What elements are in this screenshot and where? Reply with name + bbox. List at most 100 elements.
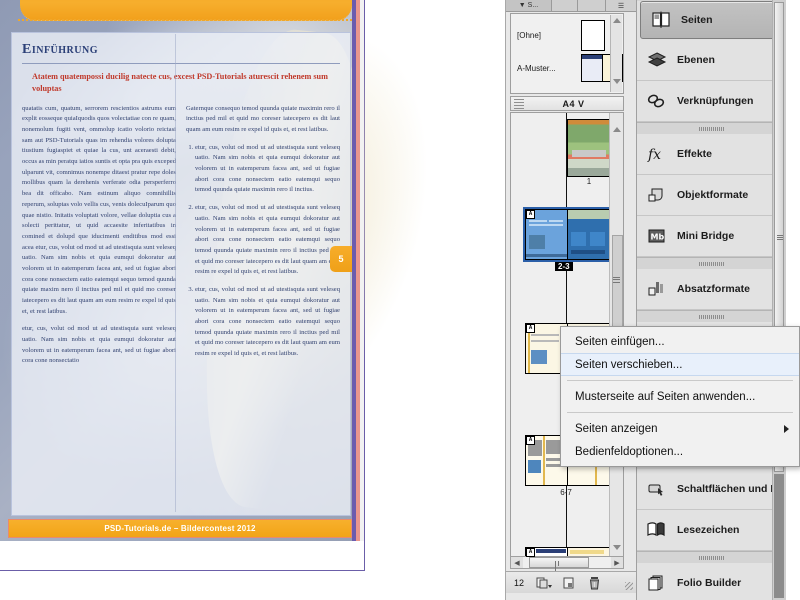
dock-group-6: Schaltflächen und F... Lesezeichen — [637, 469, 786, 552]
document-text-frame[interactable]: Einführung Atatem quatempossi ducilig na… — [11, 32, 351, 516]
sidebar-item-label: Objektformate — [677, 189, 749, 201]
menu-item-seiten-anzeigen[interactable]: Seiten anzeigen — [561, 417, 799, 440]
sidebar-item-mini-bridge[interactable]: Mb Mini Bridge — [637, 216, 786, 257]
effects-fx-icon: fx — [646, 143, 668, 165]
pages-icon — [650, 9, 672, 31]
paragraph-styles-icon — [646, 278, 668, 300]
document-left-column: quatatis cum, quatum, serrorem rescienti… — [22, 104, 176, 374]
pages-panel-tabbar[interactable]: ▼ S... ☰ — [506, 0, 637, 12]
tab-tertiary[interactable] — [578, 0, 606, 11]
page-count-label: 12 — [514, 577, 525, 588]
links-icon — [646, 90, 668, 112]
master-thumbnail-none[interactable] — [581, 20, 605, 51]
resize-grip-icon[interactable] — [625, 582, 633, 590]
sidebar-item-ebenen[interactable]: Ebenen — [637, 40, 786, 81]
folio-builder-icon — [646, 572, 668, 594]
pages-horizontal-scrollbar[interactable]: ◀ ▶ — [510, 556, 624, 571]
sidebar-item-lesezeichen[interactable]: Lesezeichen — [637, 510, 786, 551]
sidebar-item-effekte[interactable]: fx Effekte — [637, 134, 786, 175]
dock-divider[interactable] — [637, 552, 786, 563]
master-pages-list[interactable]: [Ohne] A-Muster... — [510, 13, 624, 94]
page-bottom-margin — [0, 541, 364, 570]
master-row-none[interactable]: [Ohne] — [517, 20, 605, 51]
scroll-down-arrow-icon[interactable] — [612, 79, 621, 84]
panel-menu-button[interactable]: ☰ — [606, 0, 637, 11]
hscroll-thumb[interactable] — [529, 557, 589, 571]
svg-text:Mb: Mb — [651, 233, 665, 242]
sidebar-item-label: Effekte — [677, 148, 713, 160]
scrollbar-grip-icon — [613, 275, 620, 284]
sidebar-item-label: Schaltflächen und F... — [677, 483, 785, 495]
master-label-a: A-Muster... — [517, 63, 556, 73]
master-list-scrollbar[interactable] — [610, 15, 622, 92]
document-canvas[interactable]: Einführung Atatem quatempossi ducilig na… — [0, 0, 505, 600]
sidebar-item-folio-builder[interactable]: Folio Builder — [637, 563, 786, 600]
master-row-a[interactable]: A-Muster... — [517, 54, 623, 82]
body-paragraph: quatatis cum, quatum, serrorem rescienti… — [22, 104, 176, 315]
new-page-icon[interactable] — [536, 576, 553, 589]
document-header-band — [20, 0, 352, 21]
page-thumbnail-1[interactable]: 1 — [567, 119, 611, 186]
context-menu[interactable]: Seiten einfügen... Seiten verschieben...… — [560, 326, 800, 467]
sidebar-item-verknuepfungen[interactable]: Verknüpfungen — [637, 81, 786, 122]
tab-pages[interactable]: ▼ S... — [506, 0, 552, 11]
menu-item-bedienfeldoptionen[interactable]: Bedienfeldoptionen... — [561, 440, 799, 463]
pages-panel[interactable]: ▼ S... ☰ [Ohne] A-Muster... A4 V 1 A 2-3… — [505, 0, 637, 600]
menu-item-label: Musterseite auf Seiten anwenden... — [575, 390, 756, 403]
menu-item-label: Seiten einfügen... — [575, 335, 665, 348]
document-subtitle: Atatem quatempossi ducilig natecte cus, … — [32, 72, 328, 93]
dock-group-2: fx Effekte Objektformate Mb Mini Bridge — [637, 134, 786, 258]
page-size-bar[interactable]: A4 V — [510, 96, 624, 111]
sidebar-item-seiten[interactable]: Seiten — [640, 1, 783, 39]
dock-group-7: Folio Builder — [637, 563, 786, 600]
drag-grip-icon[interactable] — [514, 97, 524, 111]
sidebar-item-objektformate[interactable]: Objektformate — [637, 175, 786, 216]
menu-item-label: Bedienfeldoptionen... — [575, 445, 684, 458]
mini-bridge-icon: Mb — [646, 225, 668, 247]
dock-divider[interactable] — [637, 311, 786, 322]
sidebar-item-label: Lesezeichen — [677, 524, 740, 536]
page-thumbnail-label: 1 — [586, 177, 592, 186]
sidebar-item-absatzformate[interactable]: Absatzformate — [637, 269, 786, 310]
master-badge-a: A — [526, 324, 535, 333]
layers-icon — [646, 49, 668, 71]
tab-secondary[interactable] — [552, 0, 578, 11]
menu-item-seiten-einfuegen[interactable]: Seiten einfügen... — [561, 330, 799, 353]
numbered-list: etur, cus, volut od mod ut ad utestisqui… — [186, 143, 340, 360]
master-badge-a: A — [526, 436, 535, 445]
menu-divider — [567, 412, 793, 413]
page-size-label: A4 V — [562, 98, 585, 109]
object-styles-icon — [646, 184, 668, 206]
list-item: etur, cus, volut od mod ut ad utestisqui… — [195, 143, 340, 196]
dock-divider[interactable] — [637, 123, 786, 134]
dock-scrollbar-track-bottom[interactable] — [774, 474, 784, 598]
menu-item-musterseite-anwenden[interactable]: Musterseite auf Seiten anwenden... — [561, 385, 799, 408]
scroll-right-arrow-icon[interactable]: ▶ — [611, 559, 623, 567]
list-item: etur, cus, volut od mod ut ad utestisqui… — [195, 285, 340, 360]
scroll-up-arrow-icon[interactable] — [612, 115, 621, 132]
master-badge-a: A — [526, 548, 535, 557]
master-label-none: [Ohne] — [517, 31, 542, 40]
page-thumbnail-2-3[interactable]: A 2-3 — [523, 207, 612, 271]
panel-dock[interactable]: Seiten Ebenen Verknüpfungen fx Effekte O… — [636, 0, 786, 600]
hscroll-track[interactable] — [523, 557, 611, 571]
trash-icon[interactable] — [588, 576, 602, 590]
pages-panel-footer[interactable]: 12 — [506, 571, 637, 593]
page-spread[interactable]: Einführung Atatem quatempossi ducilig na… — [0, 0, 505, 576]
menu-divider — [567, 380, 793, 381]
menu-item-seiten-verschieben[interactable]: Seiten verschieben... — [561, 353, 799, 376]
create-new-page-icon[interactable] — [562, 576, 576, 589]
sidebar-item-label: Verknüpfungen — [677, 95, 754, 107]
dock-scrollbar[interactable] — [772, 0, 786, 600]
sidebar-item-schaltflaechen[interactable]: Schaltflächen und F... — [637, 469, 786, 510]
page-number-tab: 5 — [330, 246, 352, 272]
scroll-left-arrow-icon[interactable]: ◀ — [511, 559, 523, 567]
bookmarks-icon — [646, 519, 668, 541]
submenu-arrow-icon — [784, 424, 789, 433]
scroll-up-arrow-icon[interactable] — [612, 18, 621, 23]
dock-divider[interactable] — [637, 258, 786, 269]
buttons-forms-icon — [646, 478, 668, 500]
menu-item-label: Seiten anzeigen — [575, 422, 658, 435]
dock-group-3: Absatzformate — [637, 269, 786, 311]
heading-rule — [22, 63, 340, 64]
